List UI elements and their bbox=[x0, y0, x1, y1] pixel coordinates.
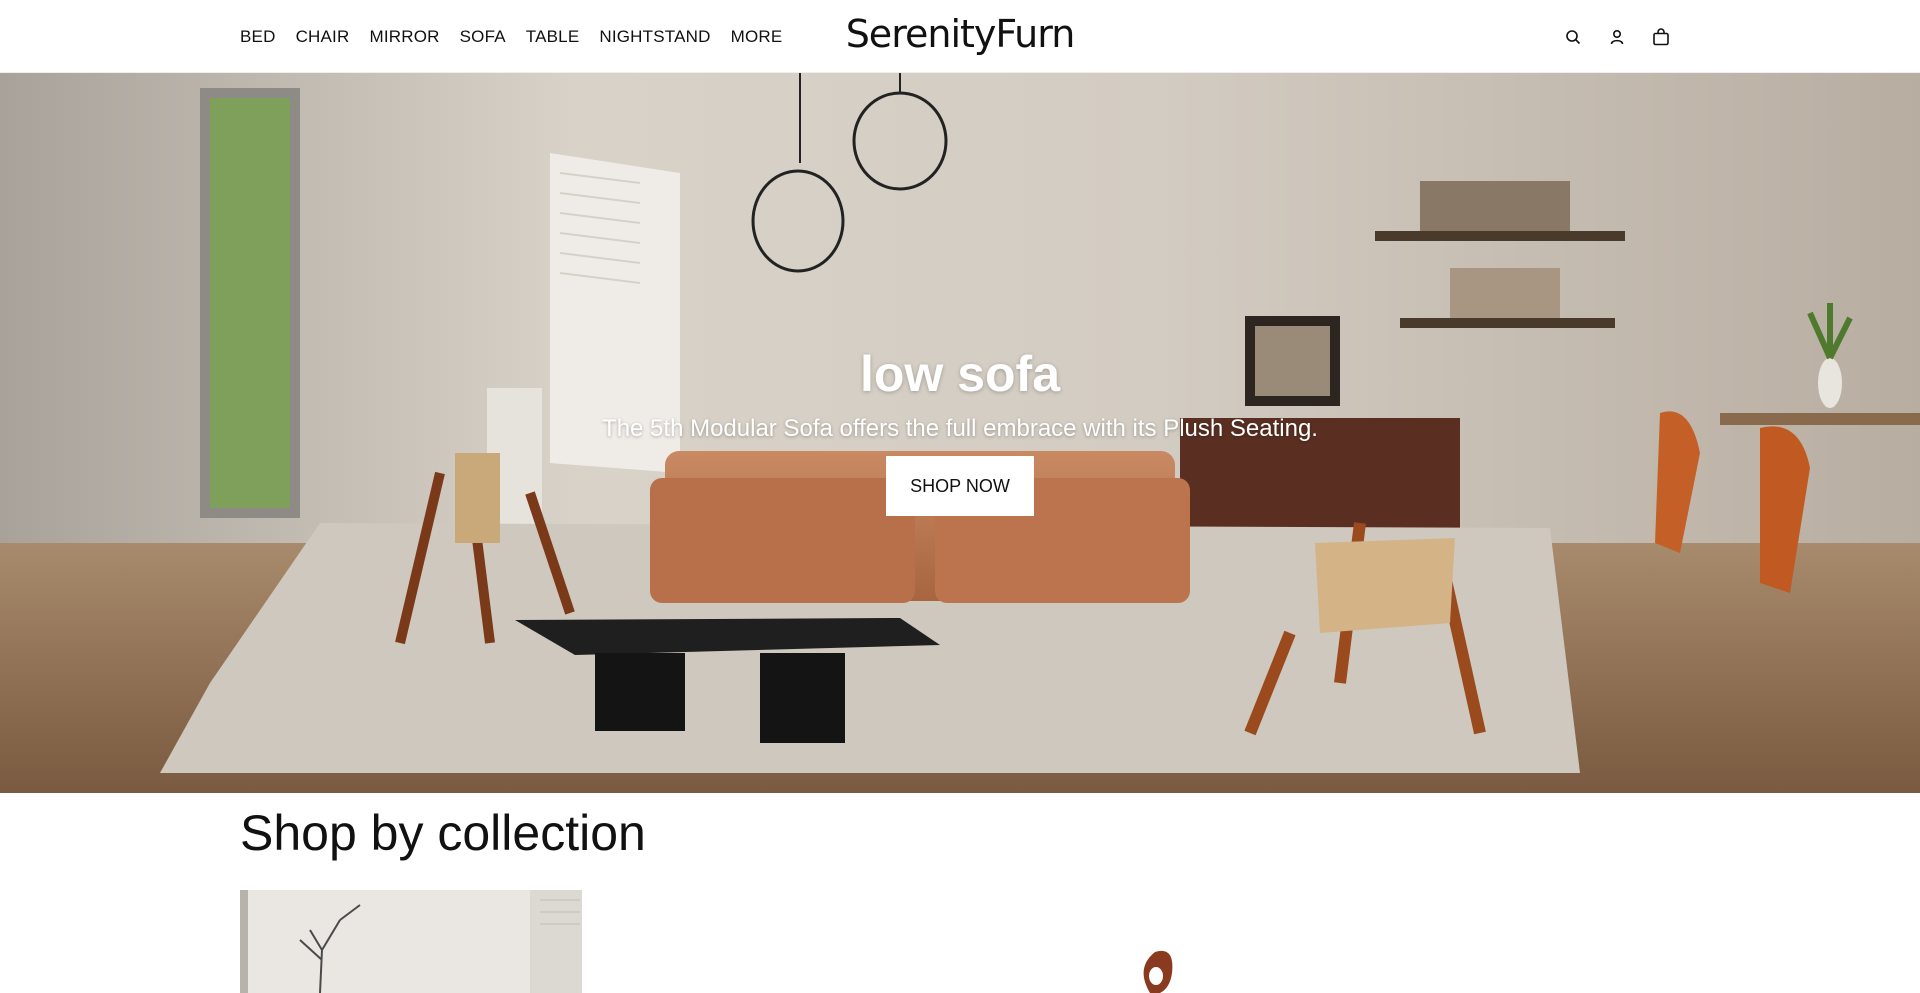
collection-card-2-image bbox=[1143, 950, 1173, 993]
account-icon[interactable] bbox=[1606, 26, 1628, 48]
site-logo[interactable]: SerenityFurn bbox=[846, 12, 1076, 56]
shop-now-button[interactable]: SHOP NOW bbox=[886, 456, 1034, 516]
collection-card-image bbox=[240, 890, 582, 993]
site-header: BED CHAIR MIRROR SOFA TABLE NIGHTSTAND M… bbox=[0, 0, 1920, 73]
collection-card[interactable] bbox=[240, 890, 582, 993]
hero-copy: low sofa The 5th Modular Sofa offers the… bbox=[0, 73, 1920, 793]
collection-card-2[interactable] bbox=[1130, 948, 1180, 993]
header-icons bbox=[1562, 0, 1672, 73]
nav-bed[interactable]: BED bbox=[240, 27, 276, 47]
hero-banner: low sofa The 5th Modular Sofa offers the… bbox=[0, 73, 1920, 793]
main-nav: BED CHAIR MIRROR SOFA TABLE NIGHTSTAND M… bbox=[240, 0, 782, 73]
nav-mirror[interactable]: MIRROR bbox=[369, 27, 439, 47]
nav-sofa[interactable]: SOFA bbox=[460, 27, 506, 47]
nav-nightstand[interactable]: NIGHTSTAND bbox=[599, 27, 710, 47]
hero-subtitle: The 5th Modular Sofa offers the full emb… bbox=[602, 415, 1318, 442]
nav-chair[interactable]: CHAIR bbox=[296, 27, 350, 47]
nav-more[interactable]: MORE bbox=[731, 27, 783, 47]
collection-heading: Shop by collection bbox=[240, 805, 646, 861]
nav-table[interactable]: TABLE bbox=[526, 27, 580, 47]
cart-icon[interactable] bbox=[1650, 26, 1672, 48]
search-icon[interactable] bbox=[1562, 26, 1584, 48]
hero-title: low sofa bbox=[859, 346, 1061, 402]
